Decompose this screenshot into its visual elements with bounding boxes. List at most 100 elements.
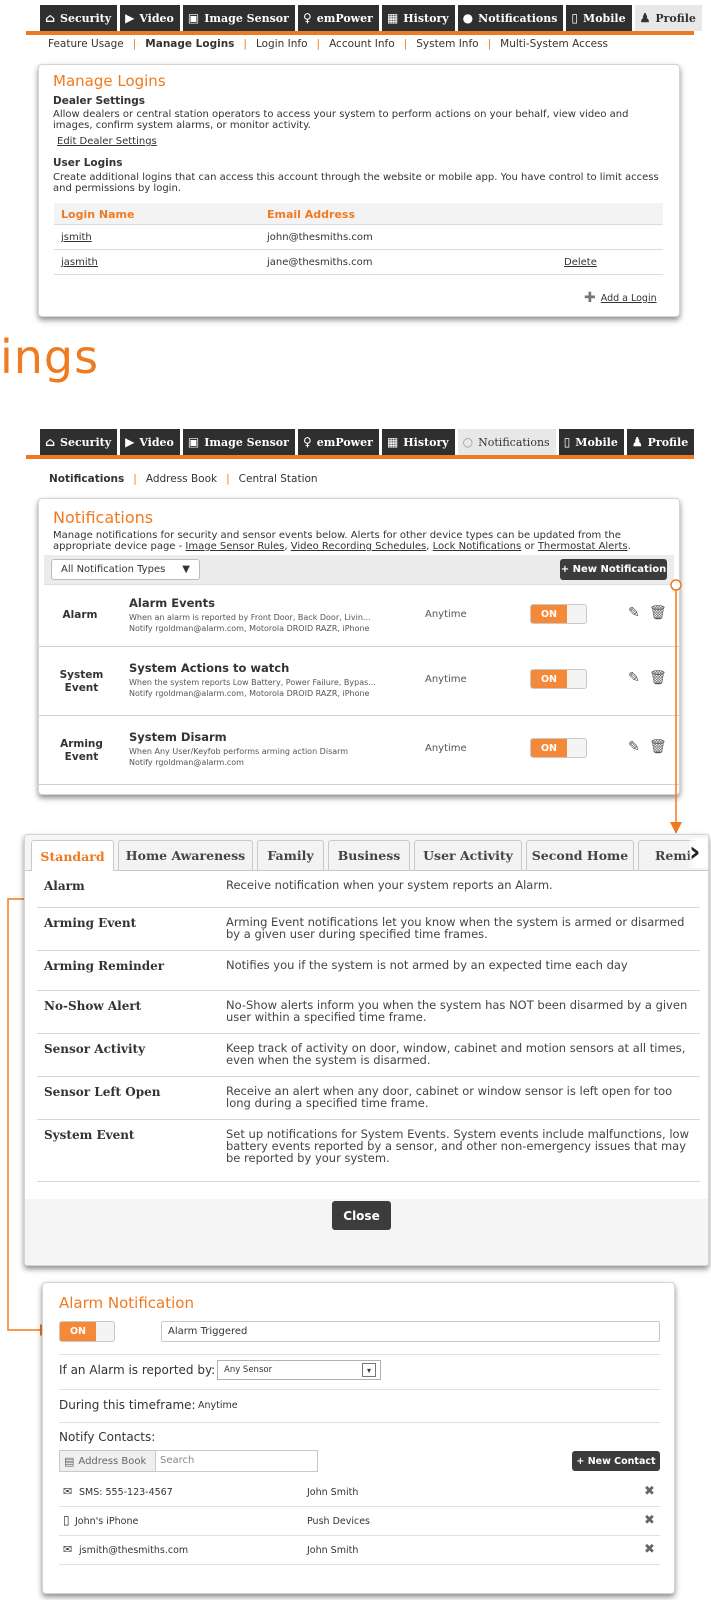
notification-time: Anytime — [425, 743, 467, 754]
notification-type-dialog: Standard Home Awareness Family Business … — [24, 834, 709, 1266]
calendar-icon: ▦ — [386, 435, 399, 449]
subnav-central-station[interactable]: Central Station — [239, 473, 318, 485]
reported-by-label: If an Alarm is reported by: — [59, 1363, 216, 1377]
list-item-system-event[interactable]: System Event Set up notifications for Sy… — [37, 1120, 700, 1182]
list-item-alarm[interactable]: Alarm Receive notification when your sys… — [37, 871, 700, 908]
tab-history[interactable]: ▦ History — [381, 429, 455, 455]
subnav-login-info[interactable]: Login Info — [256, 38, 308, 50]
list-item-sensor-activity[interactable]: Sensor Activity Keep track of activity o… — [37, 1034, 700, 1077]
edit-dealer-settings-link[interactable]: Edit Dealer Settings — [57, 136, 157, 147]
notification-type: Arming Event — [60, 738, 103, 763]
phone-icon: ▯ — [563, 435, 571, 449]
column-email-address: Email Address — [267, 208, 356, 221]
list-item-arming-reminder[interactable]: Arming Reminder Notifies you if the syst… — [37, 951, 700, 991]
list-item-no-show-alert[interactable]: No-Show Alert No-Show alerts inform you … — [37, 991, 700, 1034]
notification-type-name: No-Show Alert — [44, 999, 142, 1013]
tab-notifications[interactable]: ● Notifications — [457, 5, 564, 31]
remove-contact-icon[interactable]: ✖ — [644, 1484, 655, 1499]
page-title: Manage Logins — [53, 72, 166, 90]
phone-icon: ▯ — [571, 11, 579, 25]
panel-title: Alarm Notification — [59, 1294, 194, 1312]
tab-video[interactable]: ▶ Video — [120, 429, 180, 455]
address-book-icon: ▤ — [64, 1454, 75, 1468]
tab-second-home[interactable]: Second Home — [526, 840, 634, 870]
thermostat-alerts-link[interactable]: Thermostat Alerts — [538, 541, 628, 552]
edit-icon[interactable]: ✎ — [628, 605, 640, 621]
contact-device: SMS: 555-123-4567 — [79, 1487, 173, 1498]
tab-mobile[interactable]: ▯ Mobile — [566, 5, 632, 31]
tab-profile[interactable]: ♟ Profile — [626, 429, 695, 455]
video-recording-schedules-link[interactable]: Video Recording Schedules — [291, 541, 427, 552]
tab-video[interactable]: ▶ Video — [120, 5, 180, 31]
trash-icon[interactable]: 🗑 — [649, 739, 667, 755]
phone-icon: ▯ — [63, 1513, 70, 1527]
notification-toggle[interactable]: ON — [530, 669, 587, 689]
tab-profile[interactable]: ♟ Profile — [634, 5, 702, 31]
chevron-right-icon[interactable]: › — [689, 838, 708, 868]
subnav-manage-logins[interactable]: Manage Logins — [145, 38, 234, 50]
notification-type-description: Receive an alert when any door, cabinet … — [226, 1084, 673, 1110]
contact-row: ▯ John's iPhone Push Devices ✖ — [59, 1507, 660, 1536]
notifications-toolbar: All Notification Types ▼ + New Notificat… — [44, 555, 674, 585]
tab-home-awareness[interactable]: Home Awareness — [118, 840, 253, 870]
section-heading-fragment: ings — [0, 330, 100, 384]
alarm-notification-toggle[interactable]: ON — [59, 1321, 115, 1342]
remove-contact-icon[interactable]: ✖ — [644, 1542, 655, 1557]
notification-type-description: Receive notification when your system re… — [226, 878, 553, 892]
tab-security[interactable]: ⌂ Security — [40, 5, 118, 31]
tab-user-activity[interactable]: User Activity — [414, 840, 522, 870]
edit-icon[interactable]: ✎ — [628, 739, 640, 755]
tab-image-sensor[interactable]: ▣ Image Sensor — [182, 429, 295, 455]
chat-bubble-icon: ● — [462, 11, 474, 25]
bulb-icon: ♀ — [302, 435, 312, 449]
address-book-button[interactable]: ▤ Address Book — [60, 1451, 156, 1471]
trash-icon[interactable]: 🗑 — [649, 670, 667, 686]
tab-image-sensor[interactable]: ▣ Image Sensor — [182, 5, 295, 31]
subnav-system-info[interactable]: System Info — [416, 38, 478, 50]
login-name-link[interactable]: jasmith — [61, 257, 98, 268]
notification-condition: When Any User/Keyfob performs arming act… — [129, 747, 349, 756]
list-item-arming-event[interactable]: Arming Event Arming Event notifications … — [37, 908, 700, 951]
notification-recipients: Notify rgoldman@alarm.com, Motorola DROI… — [129, 624, 370, 633]
delete-login-link[interactable]: Delete — [564, 257, 597, 268]
notification-name: System Disarm — [129, 730, 227, 744]
notification-toggle[interactable]: ON — [530, 738, 587, 758]
email-address: john@thesmiths.com — [267, 232, 373, 243]
lock-notifications-link[interactable]: Lock Notifications — [433, 541, 522, 552]
subnav-account-info[interactable]: Account Info — [329, 38, 395, 50]
timeframe-value[interactable]: Anytime — [198, 1400, 238, 1411]
new-notification-button[interactable]: + New Notification — [560, 559, 667, 580]
subnav-feature-usage[interactable]: Feature Usage — [48, 38, 124, 50]
tab-mobile[interactable]: ▯ Mobile — [558, 429, 624, 455]
reported-by-select[interactable]: Any Sensor ▾ — [217, 1360, 381, 1380]
tab-family[interactable]: Family — [257, 840, 324, 870]
notification-type-description: Notifies you if the system is not armed … — [226, 958, 628, 972]
list-item-sensor-left-open[interactable]: Sensor Left Open Receive an alert when a… — [37, 1077, 700, 1120]
subnav-multi-system-access[interactable]: Multi-System Access — [500, 38, 608, 50]
tab-business[interactable]: Business — [328, 840, 410, 870]
tab-standard[interactable]: Standard — [31, 840, 114, 871]
subnav-notifications[interactable]: Notifications — [49, 473, 124, 485]
notifications-panel: Notifications Manage notifications for s… — [38, 498, 680, 795]
notification-toggle[interactable]: ON — [530, 604, 587, 624]
contacts-search-input[interactable]: Search — [156, 1451, 317, 1471]
subnav-address-book[interactable]: Address Book — [146, 473, 217, 485]
close-button[interactable]: Close — [332, 1201, 391, 1230]
tab-notifications[interactable]: ○ Notifications — [457, 429, 556, 455]
new-contact-button[interactable]: + New Contact — [572, 1451, 660, 1471]
notification-type-filter[interactable]: All Notification Types ▼ — [51, 559, 200, 580]
edit-icon[interactable]: ✎ — [628, 670, 640, 686]
person-icon: ♟ — [631, 435, 643, 449]
tab-security[interactable]: ⌂ Security — [40, 429, 118, 455]
user-logins-description: Create additional logins that can access… — [53, 172, 659, 194]
remove-contact-icon[interactable]: ✖ — [644, 1513, 655, 1528]
notification-name-field[interactable]: Alarm Triggered — [161, 1321, 660, 1342]
add-login-button[interactable]: ✚ Add a Login — [584, 290, 657, 306]
contacts-search: ▤ Address Book Search — [59, 1450, 318, 1472]
trash-icon[interactable]: 🗑 — [649, 605, 667, 621]
login-name-link[interactable]: jsmith — [61, 232, 92, 243]
tab-empower[interactable]: ♀ emPower — [297, 429, 379, 455]
tab-empower[interactable]: ♀ emPower — [297, 5, 379, 31]
tab-history[interactable]: ▦ History — [381, 5, 455, 31]
image-sensor-rules-link[interactable]: Image Sensor Rules — [185, 541, 284, 552]
